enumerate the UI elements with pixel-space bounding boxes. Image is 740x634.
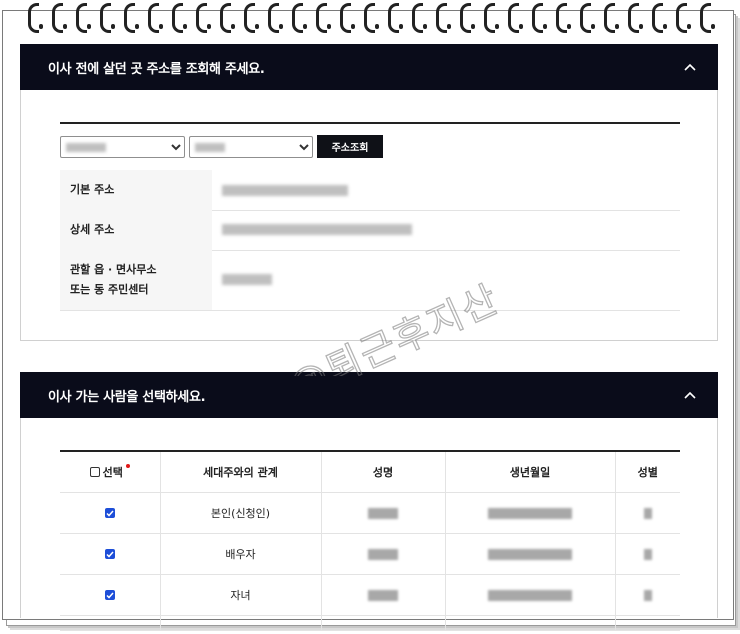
relation-cell: 자녀 <box>160 574 322 616</box>
movers-table: 선택 세대주와의 관계 성명 생년월일 성별 본인(신청인) 배우자 자녀 <box>60 452 680 631</box>
relation-cell: 본인(신청인) <box>160 492 322 534</box>
movers-title: 이사 가는 사람을 선택하세요. <box>48 389 206 405</box>
name-cell <box>321 492 446 534</box>
chevron-up-icon <box>684 63 696 71</box>
gender-column-header: 성별 <box>615 452 680 493</box>
table-header-row: 선택 세대주와의 관계 성명 생년월일 성별 <box>60 452 680 493</box>
row-checkbox[interactable] <box>104 549 115 559</box>
gender-cell <box>615 533 680 575</box>
address-search-button[interactable]: 주소조회 <box>317 135 383 158</box>
select-all-checkbox[interactable] <box>89 467 100 477</box>
birth-cell <box>445 492 616 534</box>
sigungu-selected-value <box>195 143 225 152</box>
collapse-section-button[interactable] <box>680 57 700 77</box>
gender-cell <box>615 492 680 534</box>
relation-cell: 배우자 <box>160 533 322 575</box>
table-row: 본인(신청인) <box>60 492 680 534</box>
name-cell <box>321 533 446 575</box>
detail-address-label: 상세 주소 <box>60 210 212 250</box>
check-icon <box>106 510 114 517</box>
movers-header[interactable]: 이사 가는 사람을 선택하세요. <box>20 372 718 418</box>
jurisdiction-office-row: 관할 읍 · 면사무소 또는 동 주민센터 <box>60 250 680 311</box>
name-cell <box>321 574 446 616</box>
sido-selected-value <box>66 143 106 152</box>
collapse-section-button[interactable] <box>680 385 700 405</box>
name-column-header: 성명 <box>321 452 446 493</box>
table-row <box>60 615 680 631</box>
select-all-header[interactable]: 선택 <box>60 452 161 493</box>
birth-cell <box>445 574 616 616</box>
panel-top-rule <box>60 122 680 124</box>
previous-address-title: 이사 전에 살던 곳 주소를 조회해 주세요. <box>48 61 265 77</box>
check-icon <box>106 551 114 558</box>
table-row: 배우자 <box>60 533 680 575</box>
basic-address-value <box>222 185 348 196</box>
basic-address-row: 기본 주소 <box>60 170 680 211</box>
row-checkbox[interactable] <box>104 590 115 600</box>
gender-cell <box>615 574 680 616</box>
relation-column-header: 세대주와의 관계 <box>160 452 322 493</box>
birth-cell <box>445 533 616 575</box>
jurisdiction-office-value <box>222 274 272 285</box>
previous-address-header[interactable]: 이사 전에 살던 곳 주소를 조회해 주세요. <box>20 44 718 90</box>
basic-address-label: 기본 주소 <box>60 170 212 210</box>
spiral-binding <box>0 0 740 36</box>
table-row: 자녀 <box>60 574 680 616</box>
row-checkbox[interactable] <box>104 508 115 518</box>
check-icon <box>106 592 114 599</box>
detail-address-value <box>222 224 412 235</box>
chevron-up-icon <box>684 391 696 399</box>
jurisdiction-office-label: 관할 읍 · 면사무소 또는 동 주민센터 <box>60 250 212 310</box>
birth-column-header: 생년월일 <box>445 452 616 493</box>
required-dot <box>125 464 130 468</box>
